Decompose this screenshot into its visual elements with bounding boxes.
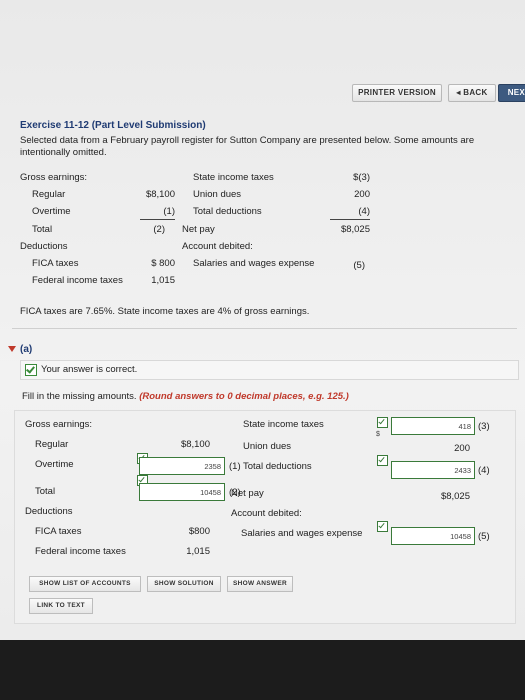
deductions-label: Deductions: [20, 241, 68, 252]
answer-account-debited-label: Account debited:: [231, 508, 302, 519]
correct-answer-text: Your answer is correct.: [41, 364, 138, 375]
back-arrow-icon: ◂: [456, 88, 461, 97]
total-input[interactable]: 10458: [139, 483, 225, 501]
answer-net-pay-amount: $8,025: [440, 491, 470, 502]
show-solution-button[interactable]: SHOW SOLUTION: [147, 576, 221, 592]
collapse-caret-icon[interactable]: [8, 346, 16, 352]
check-icon: [25, 364, 37, 376]
total-deductions-amount: (4): [330, 206, 370, 220]
toolbar: PRINTER VERSION ◂ BACK NEXT: [0, 78, 525, 106]
tax-rate-note: FICA taxes are 7.65%. State income taxes…: [20, 306, 310, 317]
net-pay-label: Net pay: [182, 224, 215, 235]
overtime-ref: (1): [229, 461, 241, 472]
correct-answer-banner: Your answer is correct.: [20, 360, 519, 380]
rounding-hint: (Round answers to 0 decimal places, e.g.…: [139, 391, 349, 402]
state-tax-check-icon: [377, 417, 388, 428]
fica-amount: $ 800: [151, 258, 175, 269]
answer-panel: Gross earnings: Regular $8,100 Overtime …: [14, 410, 516, 624]
federal-amount: 1,015: [151, 275, 175, 286]
section-divider: [12, 328, 517, 329]
back-label: BACK: [463, 88, 488, 97]
answer-deductions-label: Deductions: [25, 506, 73, 517]
answer-regular-amount: $8,100: [180, 439, 210, 450]
show-list-of-accounts-button[interactable]: SHOW LIST OF ACCOUNTS: [29, 576, 141, 592]
answer-regular-label: Regular: [35, 439, 69, 450]
salaries-label: Salaries and wages expense: [193, 258, 315, 269]
account-debited-label: Account debited:: [182, 241, 253, 252]
answer-union-dues-label: Union dues: [243, 441, 292, 452]
exercise-intro: Selected data from a February payroll re…: [20, 135, 475, 158]
state-tax-label: State income taxes: [193, 172, 274, 183]
total-label: Total: [32, 224, 53, 235]
screen: PRINTER VERSION ◂ BACK NEXT Exercise 11-…: [0, 0, 525, 640]
regular-label: Regular: [32, 189, 66, 200]
answer-salaries-label: Salaries and wages expense: [241, 528, 363, 539]
state-tax-input[interactable]: 418: [391, 417, 475, 435]
part-a-label[interactable]: (a): [20, 344, 32, 355]
answer-overtime-label: Overtime: [35, 459, 74, 470]
show-answer-button[interactable]: SHOW ANSWER: [227, 576, 293, 592]
gross-earnings-label: Gross earnings:: [20, 172, 88, 183]
answer-gross-earnings-label: Gross earnings:: [25, 419, 93, 430]
salaries-input[interactable]: 10458: [391, 527, 475, 545]
salaries-ref: (5): [478, 531, 490, 542]
back-button[interactable]: ◂ BACK: [448, 84, 496, 102]
instructions: Fill in the missing amounts. (Round answ…: [22, 391, 349, 402]
link-to-text-button[interactable]: LINK TO TEXT: [29, 598, 93, 614]
state-tax-amount: $(3): [353, 172, 370, 183]
overtime-label: Overtime: [32, 206, 71, 217]
total-amount: (2): [153, 224, 165, 235]
total-deductions-label: Total deductions: [193, 206, 262, 217]
screen-bezel: [0, 640, 525, 700]
state-tax-dollar: $: [376, 431, 380, 438]
answer-state-tax-label: State income taxes: [243, 419, 324, 430]
net-pay-amount: $8,025: [340, 224, 370, 235]
overtime-amount: (1): [140, 206, 175, 220]
fica-label: FICA taxes: [32, 258, 79, 269]
overtime-input[interactable]: 2358: [139, 457, 225, 475]
answer-federal-amount: 1,015: [186, 546, 210, 557]
answer-net-pay-label: Net pay: [231, 488, 264, 499]
instructions-text: Fill in the missing amounts.: [22, 391, 140, 402]
answer-total-label: Total: [35, 486, 56, 497]
answer-fica-label: FICA taxes: [35, 526, 82, 537]
total-deductions-check-icon: [377, 455, 388, 466]
salaries-check-icon: [377, 521, 388, 532]
answer-total-deductions-label: Total deductions: [243, 461, 312, 472]
printer-version-button[interactable]: PRINTER VERSION: [352, 84, 442, 102]
next-button[interactable]: NEXT: [498, 84, 525, 102]
exercise-title: Exercise 11-12 (Part Level Submission): [20, 120, 206, 131]
answer-union-dues-amount: 200: [454, 443, 470, 454]
union-dues-amount: 200: [354, 189, 370, 200]
union-dues-label: Union dues: [193, 189, 242, 200]
federal-label: Federal income taxes: [32, 275, 123, 286]
answer-federal-label: Federal income taxes: [35, 546, 126, 557]
answer-fica-amount: $800: [188, 526, 210, 537]
regular-amount: $8,100: [145, 189, 175, 200]
total-deductions-input[interactable]: 2433: [391, 461, 475, 479]
total-deductions-ref: (4): [478, 465, 490, 476]
salaries-amount: (5): [353, 260, 365, 271]
state-tax-ref: (3): [478, 421, 490, 432]
